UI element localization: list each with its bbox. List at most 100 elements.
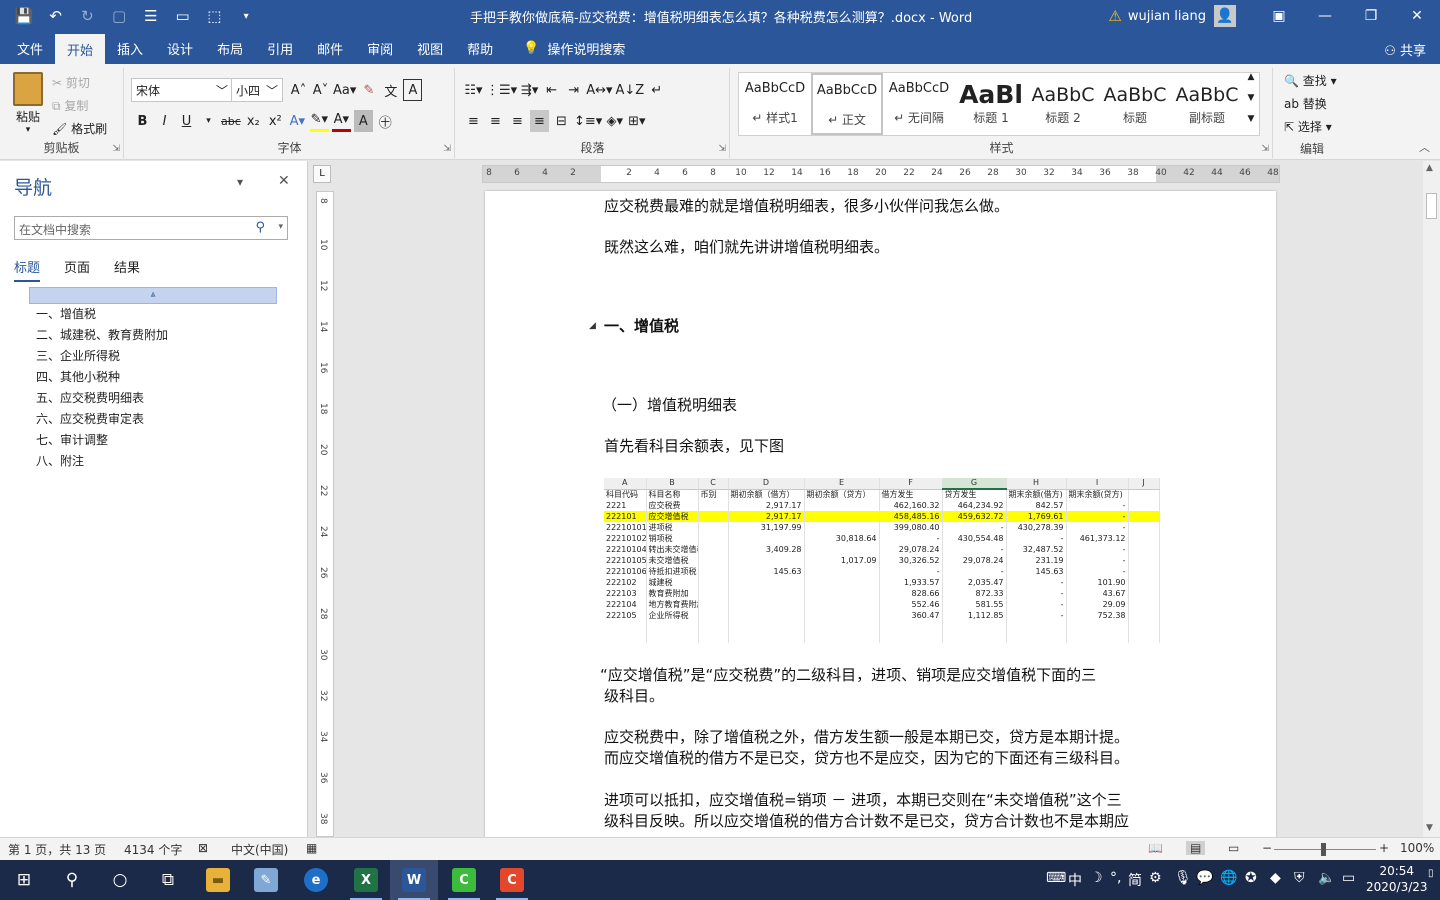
heading-2[interactable]: （一）增值税明细表	[602, 394, 737, 415]
scroll-down-icon[interactable]: ▼	[1426, 823, 1433, 833]
justify-icon[interactable]: ≡	[530, 110, 549, 132]
align-right-icon[interactable]: ≡	[508, 110, 527, 132]
bold-icon[interactable]: B	[133, 110, 152, 132]
keyboard-icon[interactable]: ⌨	[1046, 870, 1066, 886]
font-size-combo[interactable]: 小四 ﹀	[231, 78, 283, 102]
web-layout-icon[interactable]: ▭	[1228, 841, 1239, 855]
paragraph[interactable]: 级科目。	[604, 685, 664, 706]
word-icon[interactable]: W	[390, 860, 438, 900]
task-view-icon[interactable]: ⧉	[144, 860, 192, 900]
proofing-icon[interactable]: ⊠	[198, 841, 208, 855]
dialog-launcher-icon[interactable]: ⇲	[718, 144, 726, 154]
ime-mode[interactable]: 中	[1068, 870, 1082, 890]
close-icon[interactable]: ✕	[278, 173, 290, 189]
find-button[interactable]: 🔍 查找 ▾	[1284, 70, 1337, 93]
nav-tab-results[interactable]: 结果	[114, 257, 140, 282]
notification-icon[interactable]: ▯	[1428, 868, 1434, 879]
format-painter-button[interactable]: 🖌 格式刷	[52, 118, 107, 141]
language[interactable]: 中文(中国)	[231, 841, 288, 858]
moon-icon[interactable]: ☽	[1090, 870, 1103, 886]
nav-options-icon[interactable]: ▾	[237, 175, 243, 189]
char-border-icon[interactable]: A	[403, 79, 423, 101]
numbering-icon[interactable]: ⋮☰▾	[486, 79, 517, 101]
clock[interactable]: 20:54 2020/3/23	[1366, 863, 1428, 895]
clear-format-icon[interactable]: ✎	[359, 79, 378, 101]
chevron-down-icon[interactable]: ▾	[278, 222, 283, 232]
change-case-icon[interactable]: Aa▾	[333, 79, 356, 101]
underline-icon[interactable]: U	[177, 110, 196, 132]
edge-icon[interactable]: e	[292, 860, 340, 900]
style-item[interactable]: AaBbC 标题	[1099, 73, 1171, 135]
align-center-icon[interactable]: ≡	[486, 110, 505, 132]
style-item[interactable]: AaBbC 标题 2	[1027, 73, 1099, 135]
customize-qat-icon[interactable]: ▾	[232, 3, 260, 29]
battery-icon[interactable]: ▭	[1342, 870, 1355, 886]
subscript-icon[interactable]: x₂	[244, 110, 263, 132]
search-icon[interactable]: ⚲	[48, 860, 96, 900]
paragraph[interactable]: 既然这么难，咱们就先讲讲增值税明细表。	[604, 236, 889, 257]
phonetic-guide-icon[interactable]: 文	[381, 79, 400, 101]
cut-button[interactable]: ✂ 剪切	[52, 72, 107, 95]
bullets-icon[interactable]: ☷▾	[464, 79, 483, 101]
decrease-indent-icon[interactable]: ⇤	[542, 79, 561, 101]
grow-font-icon[interactable]: A˄	[289, 79, 308, 101]
tab-home[interactable]: 开始	[55, 34, 106, 64]
horizontal-ruler[interactable]: 8 6 4 2 2 4 6 8 10 12 14 16 18 20 22 24 26 28 30 32 34 36 38 40…	[482, 165, 1280, 183]
dialog-launcher-icon[interactable]: ⇲	[112, 144, 120, 154]
share-button[interactable]: ⚇ 共享	[1384, 40, 1426, 59]
tab-references[interactable]: 引用	[255, 32, 305, 64]
embedded-spreadsheet-image[interactable]: A B C D E F G H I J 科目代码 科目名称 币别 期初余额（借方） 期初余额（贷方） 借方发生…	[604, 478, 1160, 643]
read-mode-icon[interactable]: 📖	[1148, 841, 1163, 855]
nav-tab-headings[interactable]: 标题	[14, 257, 41, 282]
zoom-in-icon[interactable]: +	[1379, 841, 1389, 855]
tab-file[interactable]: 文件	[0, 32, 55, 64]
collapse-heading-icon[interactable]: ◢	[589, 321, 596, 331]
scrollbar-thumb[interactable]	[1426, 193, 1437, 219]
save-icon[interactable]: 💾	[10, 3, 38, 29]
touch-mode-icon[interactable]: ⬚	[201, 3, 229, 29]
ime-script[interactable]: 简	[1128, 870, 1142, 890]
show-marks-icon[interactable]: ↵	[647, 79, 666, 101]
heading-1[interactable]: 一、增值税	[604, 315, 679, 336]
tab-review[interactable]: 审阅	[355, 32, 405, 64]
macro-record-icon[interactable]: ▦	[306, 841, 317, 855]
nav-heading-item[interactable]: 三、企业所得税	[36, 346, 168, 367]
nav-heading-item[interactable]: 六、应交税费审定表	[36, 409, 168, 430]
redo-icon[interactable]: ↻	[74, 3, 102, 29]
view-icon[interactable]: ▭	[169, 3, 197, 29]
page-count[interactable]: 第 1 页，共 13 页	[8, 841, 106, 858]
notepad-icon[interactable]: ✎	[242, 860, 290, 900]
zoom-level[interactable]: 100%	[1400, 841, 1434, 855]
wechat-icon[interactable]: 💬	[1196, 870, 1213, 886]
nav-heading-item[interactable]: 一、增值税	[36, 304, 168, 325]
tab-layout[interactable]: 布局	[205, 32, 255, 64]
dialog-launcher-icon[interactable]: ⇲	[443, 144, 451, 154]
paste-button[interactable]: 粘贴 ▾	[10, 72, 46, 135]
superscript-icon[interactable]: x²	[266, 110, 285, 132]
close-icon[interactable]: ✕	[1394, 0, 1440, 32]
search-icon[interactable]: ⚲	[255, 220, 265, 235]
tab-help[interactable]: 帮助	[455, 32, 505, 64]
increase-indent-icon[interactable]: ⇥	[564, 79, 583, 101]
style-item[interactable]: AaBbCcD ↵ 正文	[811, 73, 883, 135]
enclose-char-icon[interactable]: ㊉	[376, 110, 395, 132]
tab-view[interactable]: 视图	[405, 32, 455, 64]
font-color-icon[interactable]: A▾	[331, 110, 351, 132]
camtasia-icon[interactable]: C	[440, 860, 488, 900]
start-icon[interactable]: ⊞	[0, 860, 48, 900]
italic-icon[interactable]: I	[155, 110, 174, 132]
undo-icon[interactable]: ↶	[42, 3, 70, 29]
select-button[interactable]: ⇱ 选择 ▾	[1284, 116, 1337, 139]
nav-heading-item[interactable]: 二、城建税、教育费附加	[36, 325, 168, 346]
nav-heading-item[interactable]: 八、附注	[36, 451, 168, 472]
more-styles-icon[interactable]: ▼	[1242, 114, 1260, 135]
sort-icon[interactable]: A↓Z	[616, 79, 645, 101]
nav-search-input[interactable]: 在文档中搜索 ⚲ ▾	[14, 216, 288, 240]
vertical-scrollbar[interactable]: ▲ ▼	[1423, 161, 1440, 837]
nav-heading-item[interactable]: 四、其他小税种	[36, 367, 168, 388]
restore-icon[interactable]: ❐	[1348, 0, 1394, 32]
paragraph[interactable]: 级科目反映。所以应交增值税的借方合计数不是已交，贷方合计数也不是本期应	[604, 810, 1129, 831]
paragraph[interactable]: 进项可以抵扣，应交增值税=销项 － 进项，本期已交则在“未交增值税”这个三	[604, 789, 1122, 810]
cortana-icon[interactable]: ○	[96, 860, 144, 900]
warning-icon[interactable]: ⚠	[1108, 7, 1121, 25]
